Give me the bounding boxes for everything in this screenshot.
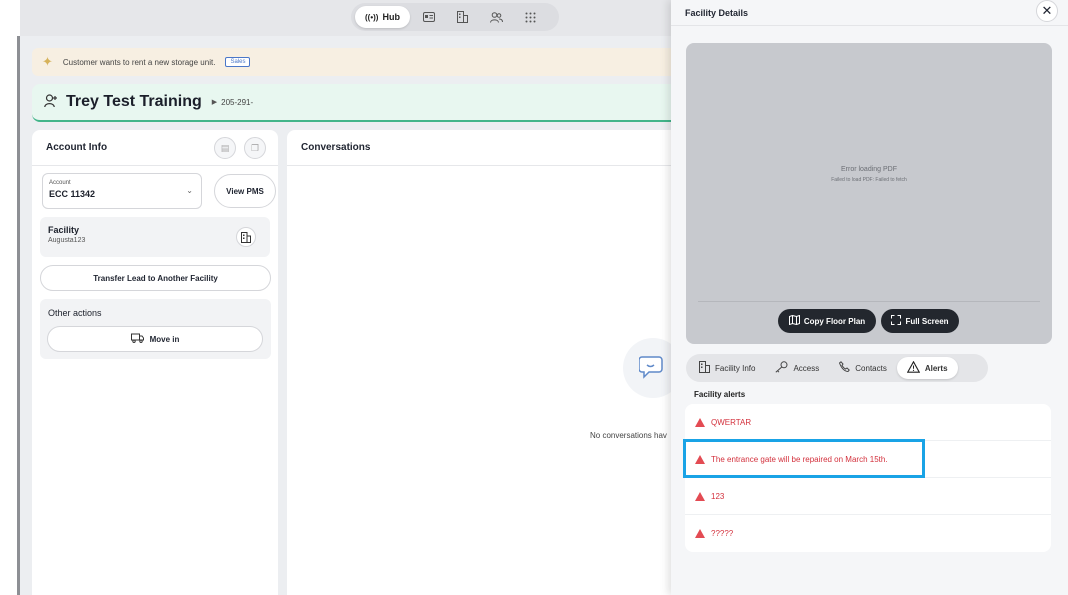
- facility-value: Augusta123: [48, 237, 86, 244]
- tab-alerts-label: Alerts: [924, 363, 948, 373]
- alert-text: The entrance gate will be repaired on Ma…: [711, 454, 888, 464]
- other-actions-title: Other actions: [48, 308, 102, 318]
- caret-right-icon[interactable]: ▶: [212, 98, 217, 106]
- sparkle-icon: ✦: [42, 54, 53, 69]
- conversations-header: Conversations: [287, 130, 680, 166]
- tab-access-label: Access: [793, 363, 820, 373]
- chevron-down-icon: ⌄: [186, 186, 193, 195]
- copy-floor-plan-label: Copy Floor Plan: [803, 316, 866, 326]
- facility-section: Facility Augusta123: [40, 217, 270, 257]
- facility-label: Facility: [48, 225, 80, 235]
- no-conversations-text: No conversations hav: [590, 431, 667, 440]
- facility-alerts-title: Facility alerts: [694, 390, 746, 399]
- alert-warning-icon: [695, 454, 705, 464]
- alert-text: ?????: [711, 529, 734, 538]
- person-add-icon: [44, 93, 58, 111]
- conversations-panel: Conversations No conversations hav: [287, 130, 683, 595]
- top-nav: ((•)) Hub: [351, 3, 559, 31]
- account-label: Account: [49, 180, 71, 186]
- sales-badge: Sales: [225, 57, 251, 67]
- transfer-lead-button[interactable]: Transfer Lead to Another Facility: [40, 265, 271, 291]
- facility-tabs: Facility Info Access Contacts Alerts: [686, 354, 988, 382]
- customer-name: Trey Test Training: [66, 93, 202, 110]
- alert-item[interactable]: QWERTAR: [685, 404, 1051, 441]
- customer-phone[interactable]: 205-291-: [221, 98, 253, 107]
- view-pms-button[interactable]: View PMS: [214, 174, 276, 208]
- warning-icon: [906, 360, 921, 376]
- alert-warning-icon: [695, 417, 705, 427]
- account-value: ECC 11342: [49, 189, 96, 199]
- alert-warning-icon: [695, 491, 705, 501]
- customer-card: Trey Test Training ▶ 205-291-: [32, 84, 680, 122]
- move-in-label: Move in: [149, 334, 180, 344]
- building-icon: [699, 360, 710, 376]
- drawer-header: Facility Details: [671, 0, 1068, 26]
- full-screen-button[interactable]: Full Screen: [881, 309, 959, 333]
- tab-contacts-label: Contacts: [855, 363, 887, 373]
- account-info-panel: Account Info ▤ ❐ Account ECC 11342 ⌄ Vie…: [32, 130, 278, 595]
- key-icon: [775, 360, 788, 376]
- conversations-title: Conversations: [301, 142, 371, 153]
- alerts-list: QWERTAR The entrance gate will be repair…: [685, 404, 1051, 552]
- alert-item[interactable]: 123: [685, 478, 1051, 515]
- tab-facility-info[interactable]: Facility Info: [689, 357, 765, 379]
- other-actions-section: Other actions Move in: [40, 299, 271, 359]
- keypad-icon[interactable]: [516, 6, 546, 28]
- tab-contacts[interactable]: Contacts: [829, 357, 897, 379]
- users-icon[interactable]: [482, 6, 512, 28]
- tab-alerts[interactable]: Alerts: [896, 357, 958, 379]
- floor-plan-viewer: Error loading PDF Failed to load PDF: Fa…: [686, 43, 1052, 344]
- truck-icon: [130, 333, 144, 345]
- facility-details-drawer: Facility Details ✕ Error loading PDF Fai…: [671, 0, 1068, 595]
- tab-access[interactable]: Access: [765, 357, 829, 379]
- alert-item[interactable]: ?????: [685, 515, 1051, 552]
- full-screen-label: Full Screen: [905, 316, 949, 326]
- contact-card-icon[interactable]: [414, 6, 444, 28]
- close-icon: ✕: [1041, 3, 1053, 18]
- alert-text: 123: [711, 491, 725, 501]
- copy-document-icon[interactable]: ❐: [244, 137, 266, 159]
- account-select[interactable]: Account ECC 11342 ⌄: [42, 173, 202, 209]
- close-button[interactable]: ✕: [1036, 0, 1058, 22]
- intent-text: Customer wants to rent a new storage uni…: [62, 57, 216, 67]
- tab-facility-info-label: Facility Info: [715, 363, 756, 373]
- hub-tab[interactable]: ((•)) Hub: [355, 6, 410, 28]
- top-bar: ((•)) Hub: [20, 0, 680, 36]
- drawer-title: Facility Details: [685, 7, 749, 18]
- alert-text: QWERTAR: [711, 417, 752, 427]
- map-icon: [788, 314, 800, 327]
- hub-tab-label: Hub: [382, 12, 400, 22]
- broadcast-icon: ((•)): [365, 12, 379, 22]
- pdf-error-title: Error loading PDF: [840, 166, 898, 173]
- document-icon[interactable]: ▤: [214, 137, 236, 159]
- alert-warning-icon: [695, 529, 705, 538]
- phone-icon: [839, 361, 851, 375]
- alert-item[interactable]: The entrance gate will be repaired on Ma…: [685, 441, 1051, 478]
- account-info-title: Account Info: [46, 142, 108, 153]
- account-info-header: Account Info ▤ ❐: [32, 130, 278, 166]
- building-icon[interactable]: [236, 227, 256, 247]
- intent-banner: ✦ Customer wants to rent a new storage u…: [32, 48, 680, 76]
- expand-icon: [891, 315, 902, 327]
- copy-floor-plan-button[interactable]: Copy Floor Plan: [778, 309, 876, 333]
- move-in-button[interactable]: Move in: [47, 326, 263, 352]
- pdf-error-detail: Failed to load PDF: Failed to fetch: [831, 177, 907, 183]
- building-icon[interactable]: [448, 6, 478, 28]
